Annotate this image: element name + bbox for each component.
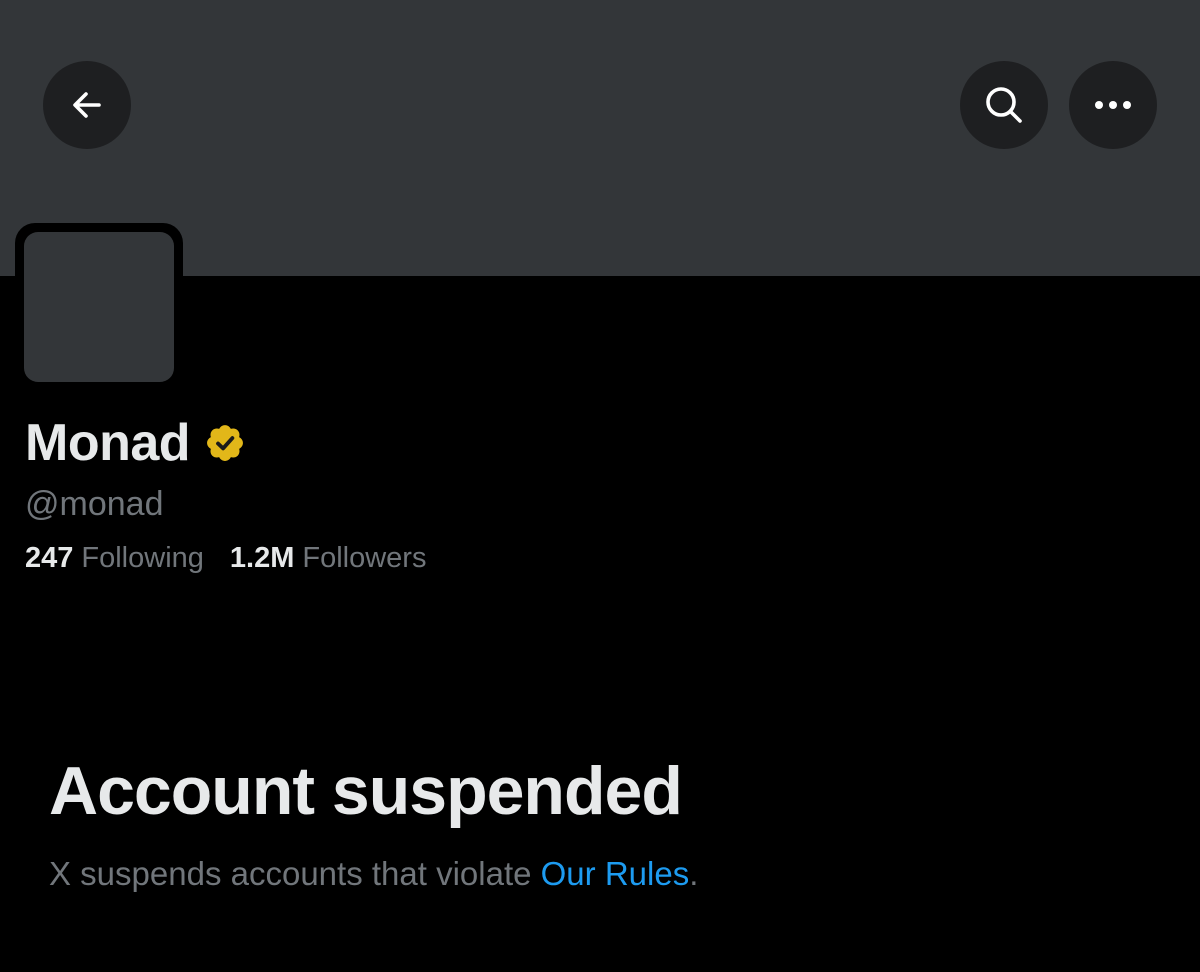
suspended-title: Account suspended (49, 753, 683, 829)
following-link[interactable]: 247 Following (25, 542, 204, 575)
followers-count: 1.2M (229, 542, 295, 574)
following-label: Following (81, 542, 204, 574)
more-dots-icon (1091, 99, 1135, 111)
suspended-message: X suspends accounts that violate (49, 855, 532, 892)
suspended-trailing-period: . (689, 855, 699, 892)
more-options-button[interactable] (1069, 61, 1157, 149)
profile-handle: @monad (25, 485, 164, 523)
arrow-left-icon (67, 85, 107, 125)
display-name: Monad (25, 414, 191, 472)
suspended-description: X suspends accounts that violate Our Rul… (49, 855, 698, 893)
avatar[interactable] (24, 232, 174, 382)
verified-gold-badge-icon[interactable] (204, 422, 246, 464)
follow-stats: 247 Following 1.2M Followers (25, 542, 426, 575)
profile-page: Monad @monad 247 Following 1.2M Followers … (0, 0, 1200, 972)
back-button[interactable] (43, 61, 131, 149)
followers-label: Followers (302, 542, 427, 574)
search-button[interactable] (960, 61, 1048, 149)
name-row: Monad (25, 410, 246, 476)
following-count: 247 (25, 542, 74, 574)
followers-link[interactable]: 1.2M Followers (230, 542, 427, 575)
search-icon (982, 83, 1026, 127)
our-rules-link[interactable]: Our Rules (541, 855, 690, 892)
avatar-frame (15, 223, 183, 391)
